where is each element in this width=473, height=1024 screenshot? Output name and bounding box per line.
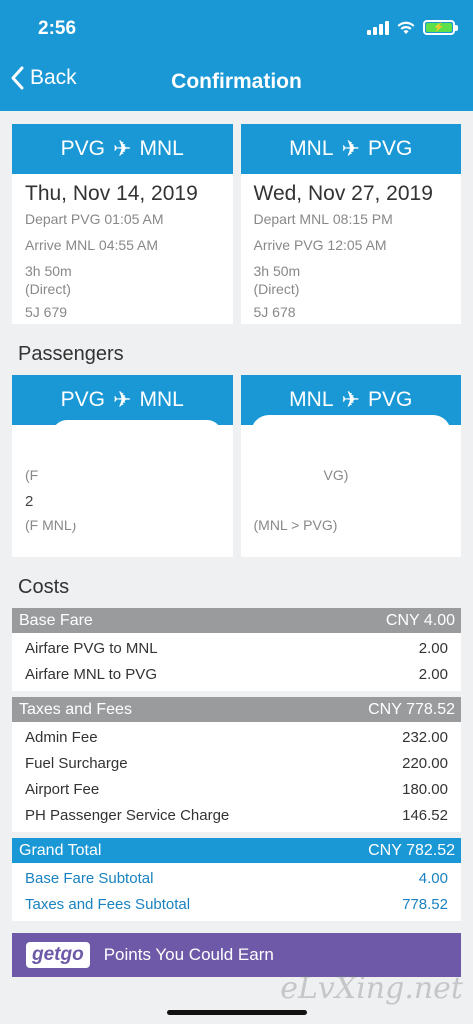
- airplane-icon: ✈: [341, 136, 360, 161]
- passenger-route: VG): [323, 467, 349, 483]
- flight-stops: (Direct): [253, 281, 300, 297]
- page-title: Confirmation: [171, 70, 302, 93]
- promo-text: Points You Could Earn: [103, 945, 274, 964]
- base-fare-header: Base Fare CNY 4.00: [12, 608, 461, 633]
- depart-info: Depart MNL 08:15 PM: [253, 211, 393, 227]
- cost-row: Airfare PVG to MNL 2.00: [25, 639, 448, 657]
- redaction-mark: [52, 420, 222, 450]
- base-fare-list: Airfare PVG to MNL 2.00 Airfare MNL to PV…: [12, 633, 461, 691]
- passenger-route: (F: [25, 467, 39, 483]
- cost-row: PH Passenger Service Charge 146.52: [25, 806, 448, 824]
- flight-duration: 3h 50m: [253, 263, 301, 279]
- passenger-cards: PVG ✈ MNL (F 2 (F MNL) MNL ✈ PVG VG) (MN…: [12, 375, 461, 557]
- flight-cards: PVG ✈ MNL Thu, Nov 14, 2019 Depart PVG 0…: [12, 124, 461, 324]
- flight-number: 5J 679: [25, 304, 68, 320]
- cost-row: Airport Fee 180.00: [25, 780, 448, 798]
- passengers-title: Passengers: [18, 343, 124, 365]
- app-header: 2:56 ⚡ Back Confirmation: [0, 0, 473, 111]
- confirmation-content: PVG ✈ MNL Thu, Nov 14, 2019 Depart PVG 0…: [12, 111, 461, 977]
- flight-number: 5J 678: [253, 304, 296, 320]
- taxes-fees-list: Admin Fee 232.00 Fuel Surcharge 220.00 Air…: [12, 722, 461, 832]
- status-icons: ⚡: [367, 20, 458, 35]
- flight-route-header: MNL ✈ PVG: [240, 124, 461, 174]
- costs-title: Costs: [18, 576, 70, 598]
- cost-row: Airfare MNL to PVG 2.00: [25, 665, 448, 683]
- arrive-info: Arrive PVG 12:05 AM: [253, 237, 387, 253]
- flight-duration: 3h 50m: [25, 263, 72, 279]
- cost-row: Admin Fee 232.00: [25, 728, 448, 746]
- airplane-icon: ✈: [341, 387, 360, 412]
- airplane-icon: ✈: [113, 387, 132, 412]
- flight-date: Wed, Nov 27, 2019: [253, 182, 433, 205]
- arrive-info: Arrive MNL 04:55 AM: [25, 237, 159, 253]
- flight-card-outbound: PVG ✈ MNL Thu, Nov 14, 2019 Depart PVG 0…: [12, 124, 233, 324]
- redaction-mark: [57, 485, 217, 523]
- grand-total-list: Base Fare Subtotal 4.00 Taxes and Fees Su…: [12, 863, 461, 921]
- passenger-route: (MNL > PVG): [253, 517, 338, 533]
- cellular-signal-icon: [367, 20, 389, 35]
- watermark: eLvXing.net: [280, 971, 463, 1006]
- depart-info: Depart PVG 01:05 AM: [25, 211, 164, 227]
- flight-stops: (Direct): [25, 281, 71, 297]
- home-indicator: [166, 1010, 307, 1015]
- status-time: 2:56: [38, 18, 77, 39]
- wifi-icon: [397, 21, 415, 34]
- cost-row: Fuel Surcharge 220.00: [25, 754, 448, 772]
- flight-route-header: PVG ✈ MNL: [12, 124, 233, 174]
- taxes-fees-header: Taxes and Fees CNY 778.52: [12, 697, 461, 722]
- passenger-route-header: PVG ✈ MNL: [12, 375, 233, 425]
- cost-row: Taxes and Fees Subtotal 778.52: [25, 895, 448, 913]
- passenger-card-return: MNL ✈ PVG VG) (MNL > PVG): [240, 375, 461, 557]
- flight-card-return: MNL ✈ PVG Wed, Nov 27, 2019 Depart MNL 0…: [240, 124, 461, 324]
- redaction-mark: [250, 415, 451, 460]
- cost-row: Base Fare Subtotal 4.00: [25, 869, 448, 887]
- airplane-icon: ✈: [113, 136, 132, 161]
- grand-total-header: Grand Total CNY 782.52: [12, 838, 461, 863]
- flight-date: Thu, Nov 14, 2019: [25, 182, 198, 205]
- passenger-card-outbound: PVG ✈ MNL (F 2 (F MNL): [12, 375, 233, 557]
- battery-charging-icon: ⚡: [423, 20, 458, 35]
- getgo-logo: getgo: [26, 942, 90, 968]
- redaction-mark: [250, 485, 451, 515]
